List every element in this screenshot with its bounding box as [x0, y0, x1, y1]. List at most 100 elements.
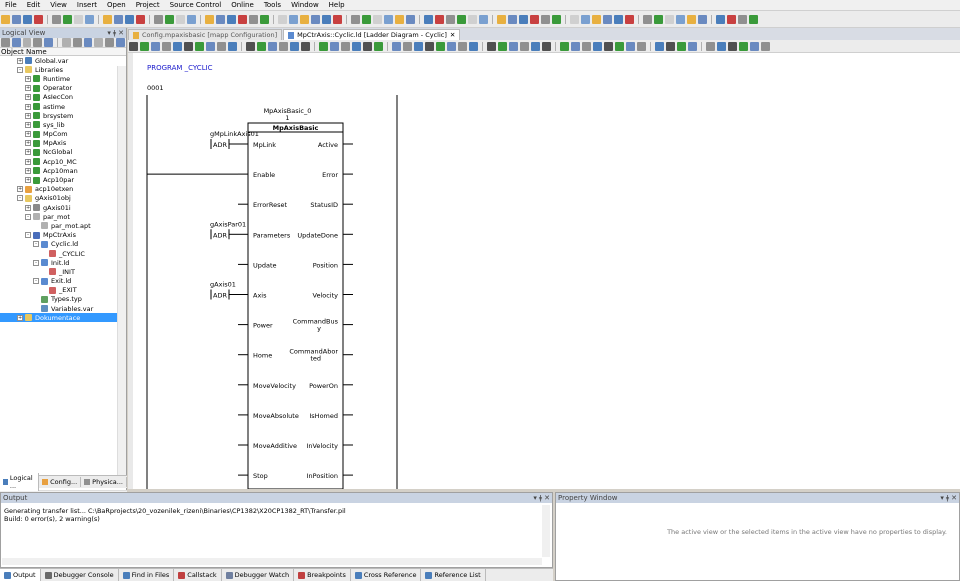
toolbar-button-icon[interactable] [392, 41, 401, 51]
toolbar-button-icon[interactable] [289, 14, 298, 24]
toolbar-button-icon[interactable] [520, 41, 529, 51]
toolbar-button-icon[interactable] [637, 41, 646, 51]
toolbar-button-icon[interactable] [531, 41, 540, 51]
toolbar-button-icon[interactable] [85, 14, 94, 24]
toolbar-button-icon[interactable] [103, 14, 112, 24]
toolbar-button-icon[interactable] [300, 14, 309, 24]
logical-view-tab[interactable]: Physica... [81, 477, 127, 487]
toolbar-button-icon[interactable] [22, 38, 32, 47]
toolbar-button-icon[interactable] [761, 41, 770, 51]
toolbar-button-icon[interactable] [136, 14, 145, 24]
toolbar-button-icon[interactable] [716, 14, 725, 24]
toolbar-button-icon[interactable] [187, 14, 196, 24]
tree-item[interactable]: - gAxis01obj [0, 194, 126, 203]
toolbar-button-icon[interactable] [414, 41, 423, 51]
toolbar-button-icon[interactable] [268, 41, 277, 51]
tree-item[interactable]: + acp10etxen [0, 185, 126, 194]
logical-view-tab[interactable]: Logical ... [0, 473, 40, 491]
tree-item[interactable]: + brsystem [0, 111, 126, 120]
toolbar-button-icon[interactable] [727, 14, 736, 24]
toolbar-button-icon[interactable] [279, 41, 288, 51]
tree-item[interactable]: + AsIecCon [0, 93, 126, 102]
toolbar-button-icon[interactable] [424, 14, 433, 24]
toolbar-button-icon[interactable] [498, 41, 507, 51]
toolbar-button-icon[interactable] [655, 41, 664, 51]
toolbar-button-icon[interactable] [571, 41, 580, 51]
toolbar-button-icon[interactable] [351, 14, 360, 24]
toolbar-button-icon[interactable] [738, 14, 747, 24]
tree-item[interactable]: + sys_lib [0, 120, 126, 129]
menu-window[interactable]: Window [286, 1, 324, 9]
toolbar-button-icon[interactable] [1, 14, 10, 24]
collapse-icon[interactable]: - [17, 195, 23, 202]
toolbar-button-icon[interactable] [363, 41, 372, 51]
toolbar-button-icon[interactable] [560, 41, 569, 51]
expand-icon[interactable]: + [25, 112, 31, 119]
close-tab-icon[interactable]: ✕ [450, 31, 455, 39]
close-icon[interactable]: ✕ [544, 494, 550, 502]
menu-insert[interactable]: Insert [72, 1, 102, 9]
logical-view-tab[interactable]: Config... [39, 477, 82, 487]
tree-item[interactable]: + Dokumentace [0, 313, 126, 323]
ladder-editor[interactable]: PROGRAM _CYCLIC 0001 MpAxisBasic MpAxisBa… [128, 53, 960, 489]
toolbar-button-icon[interactable] [542, 41, 551, 51]
toolbar-button-icon[interactable] [184, 41, 193, 51]
output-tab[interactable]: Debugger Watch [222, 569, 295, 581]
toolbar-button-icon[interactable] [129, 41, 138, 51]
toolbar-button-icon[interactable] [688, 41, 697, 51]
toolbar-button-icon[interactable] [687, 14, 696, 24]
toolbar-button-icon[interactable] [176, 14, 185, 24]
toolbar-button-icon[interactable] [615, 41, 624, 51]
pin-icon[interactable]: ▾ [533, 494, 537, 502]
tree-item[interactable]: + Acp10_MC [0, 157, 126, 166]
toolbar-button-icon[interactable] [249, 14, 258, 24]
toolbar-button-icon[interactable] [519, 14, 528, 24]
toolbar-button-icon[interactable] [603, 14, 612, 24]
toolbar-button-icon[interactable] [62, 38, 71, 47]
toolbar-button-icon[interactable] [341, 41, 350, 51]
toolbar-button-icon[interactable] [333, 14, 342, 24]
toolbar-button-icon[interactable] [74, 14, 83, 24]
toolbar-button-icon[interactable] [257, 41, 266, 51]
tree-item[interactable]: - Exit.ld [0, 277, 126, 286]
tree-item[interactable]: + astime [0, 102, 126, 111]
tree-item[interactable]: + Operator [0, 84, 126, 93]
toolbar-button-icon[interactable] [749, 14, 758, 24]
toolbar-button-icon[interactable] [592, 14, 601, 24]
expand-icon[interactable]: + [17, 186, 23, 193]
toolbar-button-icon[interactable] [238, 14, 247, 24]
tree-item[interactable]: - Cyclic.ld [0, 240, 126, 249]
toolbar-button-icon[interactable] [706, 41, 715, 51]
toolbar-button-icon[interactable] [34, 14, 43, 24]
toolbar-button-icon[interactable] [154, 14, 163, 24]
menu-tools[interactable]: Tools [259, 1, 286, 9]
output-tab[interactable]: Callstack [174, 569, 222, 581]
collapse-icon[interactable]: - [25, 232, 31, 239]
collapse-icon[interactable]: - [17, 66, 23, 73]
expand-icon[interactable]: + [25, 204, 31, 211]
menu-help[interactable]: Help [324, 1, 350, 9]
toolbar-button-icon[interactable] [290, 41, 299, 51]
tree-item[interactable]: + NcGlobal [0, 148, 126, 157]
expand-icon[interactable]: + [25, 103, 31, 110]
output-tab[interactable]: Debugger Console [41, 569, 119, 581]
toolbar-button-icon[interactable] [654, 14, 663, 24]
tree-item[interactable]: _EXIT [0, 286, 126, 295]
menu-online[interactable]: Online [226, 1, 259, 9]
toolbar-button-icon[interactable] [698, 14, 707, 24]
output-horizontal-scrollbar[interactable] [2, 558, 542, 565]
toolbar-button-icon[interactable] [425, 41, 434, 51]
toolbar-button-icon[interactable] [116, 38, 125, 47]
expand-icon[interactable]: + [17, 57, 23, 64]
expand-icon[interactable]: + [25, 149, 31, 156]
collapse-icon[interactable]: - [33, 259, 39, 266]
toolbar-button-icon[interactable] [604, 41, 613, 51]
toolbar-button-icon[interactable] [373, 14, 382, 24]
tree-item[interactable]: + Runtime [0, 74, 126, 83]
toolbar-button-icon[interactable] [728, 41, 737, 51]
toolbar-button-icon[interactable] [403, 41, 412, 51]
tree-item[interactable]: _INIT [0, 267, 126, 276]
toolbar-button-icon[interactable] [278, 14, 287, 24]
toolbar-button-icon[interactable] [217, 41, 226, 51]
menu-file[interactable]: File [0, 1, 22, 9]
